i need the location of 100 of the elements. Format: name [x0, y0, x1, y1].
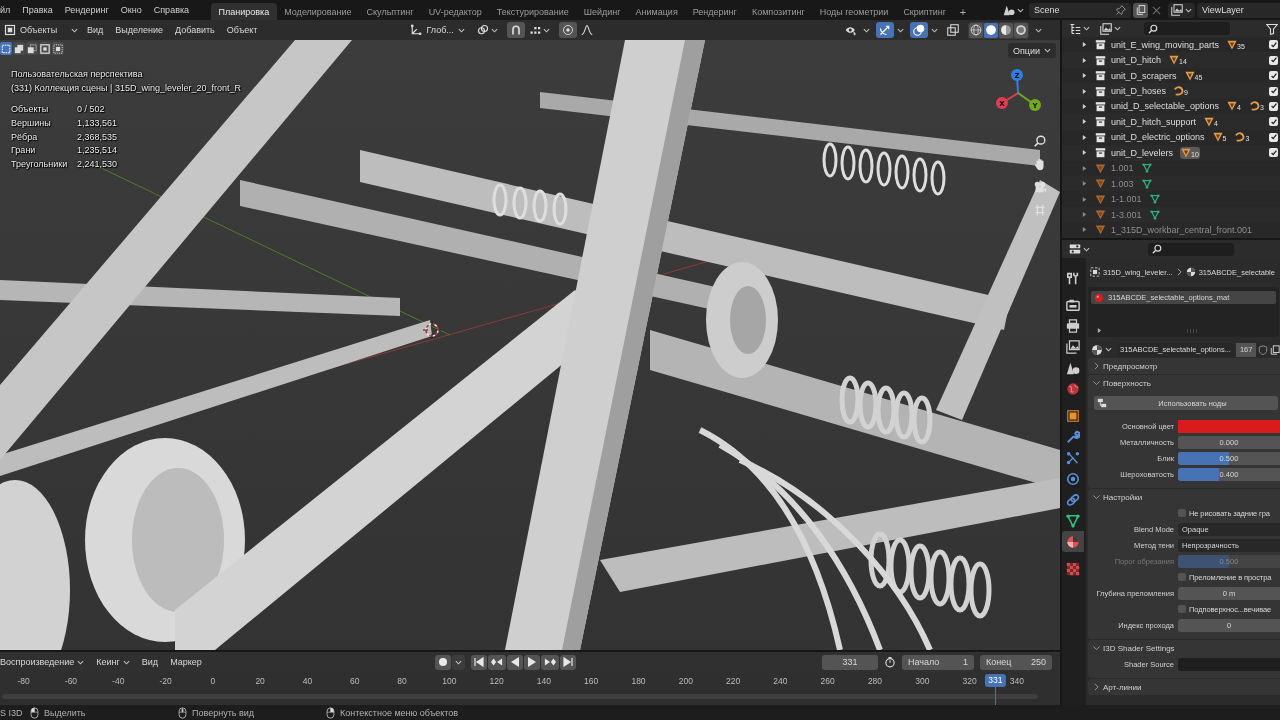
checkbox[interactable] [1178, 509, 1186, 517]
shading-mode-button[interactable] [984, 22, 998, 38]
outliner-item[interactable]: 1-1.001 [1111, 194, 1142, 205]
jump-to-start-button[interactable] [470, 654, 487, 670]
play-button[interactable] [523, 654, 540, 670]
expand-arrow-icon[interactable] [1082, 119, 1087, 125]
selection-mode-button[interactable] [0, 42, 12, 55]
menu-item[interactable]: Рендеринг [64, 5, 109, 15]
view-layer-browse-button[interactable] [1168, 2, 1195, 18]
start-frame-field[interactable]: Начало 1 [902, 654, 974, 670]
new-scene-button[interactable] [1133, 2, 1148, 18]
transform-orientation-dropdown[interactable]: Глоб... [407, 22, 468, 38]
menu-item[interactable]: Справка [153, 5, 190, 15]
panel-header[interactable]: I3D Shader Settings [1088, 640, 1280, 656]
panel-header[interactable]: Настройки [1088, 489, 1280, 505]
close-icon[interactable] [1152, 5, 1161, 15]
panel-header[interactable]: Поверхность [1088, 375, 1280, 391]
checkbox[interactable] [1269, 40, 1278, 50]
keying-options-dropdown[interactable] [451, 654, 465, 670]
checkbox[interactable] [1269, 148, 1278, 158]
outliner-item[interactable]: 1_315D_workbar_central_front.001 [1111, 224, 1253, 235]
menu-item[interactable]: Вид [87, 25, 104, 35]
menu-item[interactable]: йл [0, 5, 11, 15]
outliner-item[interactable]: unit_D_hoses [1111, 86, 1167, 97]
caret-icon[interactable] [863, 27, 870, 33]
object-data-button[interactable] [1148, 208, 1161, 221]
expand-arrow-icon[interactable] [1082, 212, 1087, 218]
selection-mode-button[interactable] [52, 42, 64, 55]
menu-item[interactable]: Окно [120, 5, 142, 15]
outliner-item[interactable]: unit_D_levelers [1111, 147, 1174, 158]
object-data-button[interactable] [1140, 162, 1153, 175]
workspace-tab[interactable]: Моделирование [276, 3, 360, 20]
camera-icon[interactable] [1033, 180, 1047, 194]
outliner-item[interactable]: 1-3.001 [1111, 209, 1142, 220]
workspace-tab[interactable]: Анимация [628, 3, 686, 20]
snap-toggle-button[interactable] [506, 22, 525, 38]
checkbox[interactable] [1269, 132, 1278, 142]
expand-arrow-icon[interactable] [1082, 227, 1087, 233]
scene-name-field[interactable]: Scene [1029, 2, 1131, 18]
hand-icon[interactable] [1033, 157, 1047, 171]
timeline-scrollbar[interactable] [2, 694, 1038, 699]
jump-to-end-button[interactable] [559, 654, 576, 670]
workspace-tab[interactable]: Композитинг [744, 3, 813, 20]
outliner-item[interactable]: unit_D_hitch_support [1111, 116, 1197, 127]
workspace-tab[interactable]: Шейдинг [576, 3, 628, 20]
outliner-item[interactable]: unit_D_hitch [1111, 55, 1162, 66]
workspace-tab[interactable]: Планировка [211, 3, 277, 20]
search-field[interactable] [1148, 242, 1234, 256]
checkbox[interactable] [1269, 101, 1278, 111]
menu-item[interactable]: Добавить [175, 25, 215, 35]
checkbox[interactable] [1178, 605, 1186, 613]
expand-arrow-icon[interactable] [1082, 42, 1087, 48]
menu-item[interactable]: Объект [226, 25, 258, 35]
current-frame-field[interactable]: 331 [822, 654, 878, 670]
workspace-tab[interactable]: Скульптинг [359, 3, 422, 20]
options-dropdown[interactable]: Опции [1007, 43, 1056, 58]
expand-arrow-icon[interactable] [1082, 150, 1087, 156]
viewport-toggle-button[interactable] [876, 22, 894, 38]
menu-item[interactable]: Воспроизведение [0, 657, 85, 667]
search-field[interactable] [1144, 22, 1230, 35]
workspace-tab[interactable]: Рендеринг [685, 3, 745, 20]
viewport-toggle-button[interactable] [910, 22, 928, 38]
expand-arrow-icon[interactable] [1082, 103, 1087, 109]
expand-arrow-icon[interactable] [1082, 57, 1087, 63]
object-data-button[interactable] [1148, 193, 1161, 206]
shading-mode-button[interactable] [999, 22, 1013, 38]
stopwatch-icon[interactable] [884, 656, 896, 668]
expand-arrow-icon[interactable] [1097, 328, 1102, 333]
end-frame-field[interactable]: Конец 250 [980, 654, 1052, 670]
zoom-icon[interactable] [1033, 134, 1047, 148]
outliner-item[interactable]: 1.003 [1111, 178, 1134, 189]
outliner-item[interactable]: unit_D_electric_options [1111, 132, 1205, 143]
view-layer-field[interactable]: ViewLayer [1197, 2, 1280, 18]
properties-tab[interactable] [1062, 531, 1084, 552]
panel-header[interactable]: Предпросмотр [1088, 358, 1280, 374]
shading-mode-button[interactable] [1014, 22, 1028, 38]
menu-item[interactable]: Правка [22, 5, 53, 15]
selection-mode-button[interactable] [13, 42, 25, 55]
playhead[interactable]: 331 [985, 674, 1006, 687]
expand-arrow-icon[interactable] [1082, 73, 1087, 79]
workspace-tab[interactable]: Текстурирование [489, 3, 577, 20]
expand-arrow-icon[interactable] [1082, 88, 1087, 94]
outliner-item[interactable]: unit_E_wing_moving_parts [1111, 39, 1220, 50]
checkbox[interactable] [1269, 71, 1278, 81]
caret-icon[interactable] [1035, 27, 1042, 33]
next-keyframe-button[interactable] [540, 654, 559, 670]
proportional-edit-button[interactable] [558, 22, 577, 38]
mode-dropdown[interactable]: Объекты [1, 22, 81, 38]
pin-icon[interactable] [1116, 5, 1126, 15]
add-workspace-button[interactable]: + [953, 3, 973, 20]
shading-mode-button[interactable] [969, 22, 983, 38]
checkbox[interactable] [1269, 86, 1278, 96]
selection-mode-button[interactable] [39, 42, 51, 55]
menu-item[interactable]: Маркер [170, 657, 202, 667]
menu-item[interactable]: Кеинг [96, 657, 130, 667]
expand-arrow-icon[interactable] [1082, 165, 1087, 171]
auto-keying-button[interactable] [434, 654, 451, 670]
outliner-item[interactable]: 1.001 [1111, 163, 1134, 174]
expand-arrow-icon[interactable] [1082, 134, 1087, 140]
caret-icon[interactable] [897, 27, 904, 33]
